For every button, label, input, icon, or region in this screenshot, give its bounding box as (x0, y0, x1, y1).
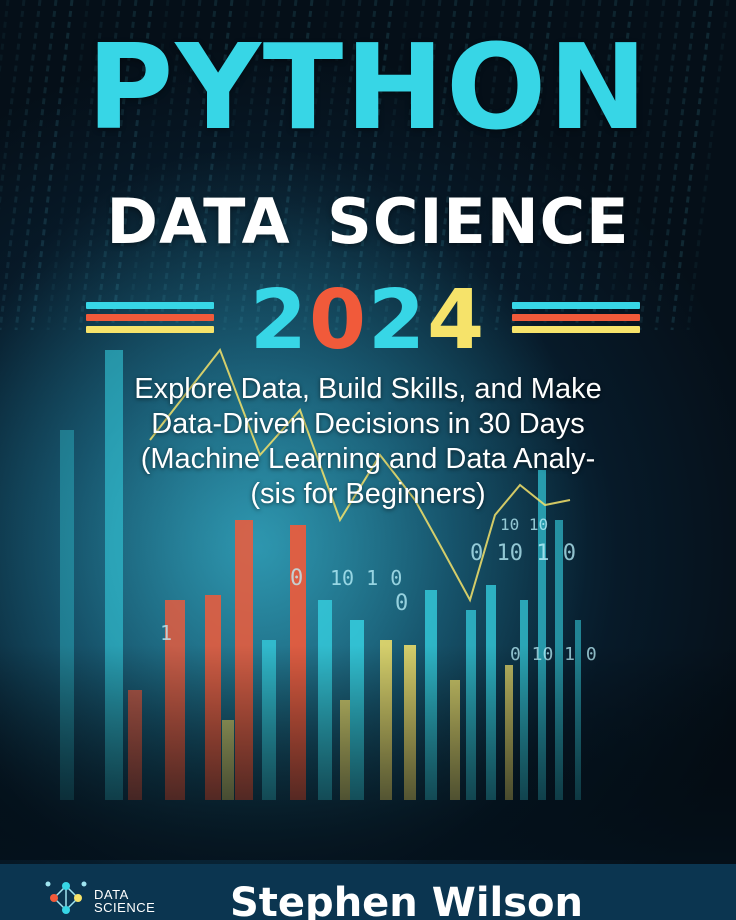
footer-bar: DATA SCIENCE Stephen Wilson (0, 864, 736, 920)
subtitle-line: Explore Data, Build Skills, and Make (134, 373, 602, 405)
publisher-logo-text: DATA SCIENCE (94, 887, 156, 915)
network-icon (45, 881, 87, 914)
subtitle-line: (sis for Beginners) (250, 478, 486, 510)
subtitle: Explore Data, Build Skills, and Make Dat… (60, 372, 676, 512)
stripe-red (512, 314, 640, 321)
stripe-cyan (512, 302, 640, 309)
publisher-logo: DATA SCIENCE (42, 876, 192, 920)
subtitle-line: Data-Driven Decisions in 30 Days (151, 408, 585, 440)
year-digit: 0 (308, 273, 368, 368)
book-cover: 010 1 00 10 1 010 100 10 1 010 PYTHON DA… (0, 0, 736, 920)
title-data-science: DATA SCIENCE (106, 185, 630, 258)
year-digit: 2 (368, 273, 428, 368)
author-name: Stephen Wilson (230, 880, 584, 920)
year-row: 2024 (0, 276, 736, 366)
year-digit: 4 (427, 273, 487, 368)
subtitle-line: (Machine Learning and Data Analy- (140, 443, 596, 475)
stripe-yellow (512, 326, 640, 333)
title-python: PYTHON (86, 18, 650, 156)
right-stripes (512, 302, 640, 338)
year-digit: 2 (249, 273, 309, 368)
